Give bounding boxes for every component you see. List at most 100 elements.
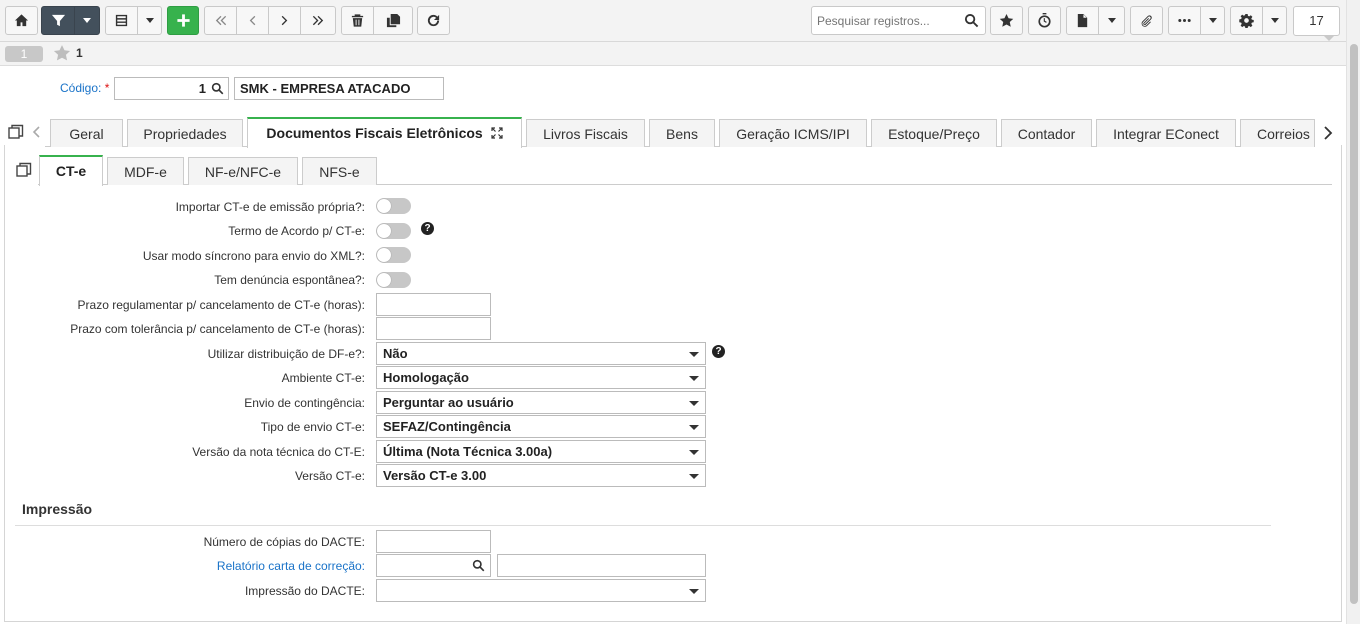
chevron-down-icon [1107,18,1116,23]
subtab-mdfe[interactable]: MDF-e [107,157,184,185]
tab-propriedades[interactable]: Propriedades [127,119,243,147]
tab-contador[interactable]: Contador [1001,119,1092,147]
expand-icon[interactable] [490,127,503,139]
search-icon[interactable] [964,13,979,28]
report-button[interactable] [1066,6,1099,35]
filter-dropdown-button[interactable] [74,6,100,35]
vertical-scrollbar[interactable] [1346,0,1360,624]
chevron-down-icon [689,376,699,381]
impressao-section-title: Impressão [22,501,93,517]
grid-view-button[interactable] [105,6,138,35]
grid-view-dropdown-button[interactable] [137,6,162,35]
subtab-nfe-nfce[interactable]: NF-e/NFC-e [188,157,298,185]
tab-estoque-preco[interactable]: Estoque/Preço [871,119,997,147]
copy-icon [386,13,400,28]
search-icon[interactable] [211,82,224,95]
codigo-label-text: Código: [60,81,102,95]
search-box [811,6,986,35]
expand-all-icon[interactable] [16,162,32,178]
chevron-down-icon [145,18,154,23]
distribuicao-dfe-label: Utilizar distribuição de DF-e?: [207,347,365,361]
first-record-button[interactable] [204,6,237,35]
timer-button[interactable] [1028,6,1061,35]
add-record-button[interactable] [167,6,199,35]
double-chevron-left-icon [215,15,227,26]
importar-cte-label: Importar CT-e de emissão própria?: [175,200,365,214]
copy-button[interactable] [373,6,413,35]
envio-contingencia-select[interactable]: Perguntar ao usuário [376,391,706,414]
chevron-down-icon [689,425,699,430]
ambiente-cte-select[interactable]: Homologação [376,366,706,389]
versao-cte-value: Versão CT-e 3.00 [383,468,487,483]
search-icon[interactable] [472,559,485,572]
page-count[interactable]: 17 [1293,6,1340,36]
attach-button[interactable] [1130,6,1163,35]
report-dropdown-button[interactable] [1098,6,1125,35]
subtab-nfse[interactable]: NFS-e [302,157,377,185]
filter-button[interactable] [41,6,75,35]
tabs-scroll-left-icon[interactable] [32,126,42,138]
tab-livros-fiscais[interactable]: Livros Fiscais [526,119,645,147]
codigo-value: 1 [198,81,206,96]
tipo-envio-label: Tipo de envio CT-e: [260,420,365,434]
codigo-input[interactable]: 1 [114,77,229,100]
tab-documentos-fiscais[interactable]: Documentos Fiscais Eletrônicos [247,117,522,148]
settings-dropdown-button[interactable] [1262,6,1287,35]
delete-button[interactable] [341,6,374,35]
more-actions-button[interactable] [1168,6,1201,35]
modo-sincrono-toggle[interactable] [376,247,411,263]
tab-geral[interactable]: Geral [50,119,123,147]
settings-button[interactable] [1230,6,1263,35]
paperclip-icon [1141,15,1152,27]
versao-nota-tecnica-select[interactable]: Última (Nota Técnica 3.00a) [376,440,706,463]
termo-acordo-label: Termo de Acordo p/ CT-e: [228,224,365,238]
favorite-button[interactable] [990,6,1023,35]
relatorio-carta-correcao-label[interactable]: Relatório carta de correção: [217,559,365,573]
termo-acordo-toggle[interactable] [376,223,411,239]
expand-all-icon[interactable] [8,124,24,140]
next-record-button[interactable] [268,6,301,35]
refresh-icon [427,14,440,27]
subtab-cte[interactable]: CT-e [39,155,103,186]
tabs-scroll-right-icon[interactable] [1323,126,1333,140]
prazo-tolerancia-input[interactable] [376,317,491,340]
main-toolbar: 17 [0,0,1360,42]
distribuicao-dfe-value: Não [383,346,408,361]
tab-bens[interactable]: Bens [649,119,715,147]
tab-integrar-econect[interactable]: Integrar EConect [1096,119,1236,147]
chevron-down-icon [689,450,699,455]
help-icon[interactable]: ? [421,222,434,235]
ambiente-cte-label: Ambiente CT-e: [281,371,365,385]
stopwatch-icon [1038,13,1051,28]
record-index-badge[interactable]: 1 [5,46,43,62]
previous-record-button[interactable] [236,6,269,35]
denuncia-espontanea-toggle[interactable] [376,272,411,288]
star-icon[interactable] [53,44,71,62]
numero-copias-input[interactable] [376,530,491,553]
home-button[interactable] [5,6,38,35]
ellipsis-icon [1178,19,1191,22]
section-divider [15,525,1271,526]
prazo-tolerancia-label: Prazo com tolerância p/ cancelamento de … [70,322,365,336]
filter-icon [51,14,65,27]
plus-icon [176,14,190,27]
last-record-button[interactable] [300,6,336,35]
impressao-dacte-label: Impressão do DACTE: [244,584,365,598]
distribuicao-dfe-select[interactable]: Não [376,342,706,365]
search-input[interactable] [812,7,962,34]
prazo-regulamentar-label: Prazo regulamentar p/ cancelamento de CT… [77,298,365,312]
chevron-down-icon [689,352,699,357]
tipo-envio-select[interactable]: SEFAZ/Contingência [376,415,706,438]
impressao-dacte-select[interactable] [376,579,706,602]
refresh-button[interactable] [417,6,450,35]
help-icon[interactable]: ? [712,345,725,358]
relatorio-carta-correcao-code-input[interactable] [376,554,491,577]
importar-cte-toggle[interactable] [376,198,411,214]
tab-correios[interactable]: Correios [1240,119,1315,147]
record-bar: 1 1 [0,42,1346,66]
more-actions-dropdown-button[interactable] [1200,6,1225,35]
versao-cte-select[interactable]: Versão CT-e 3.00 [376,464,706,487]
prazo-regulamentar-input[interactable] [376,293,491,316]
scrollbar-thumb[interactable] [1350,44,1358,604]
tab-geracao-icms-ipi[interactable]: Geração ICMS/IPI [719,119,867,147]
